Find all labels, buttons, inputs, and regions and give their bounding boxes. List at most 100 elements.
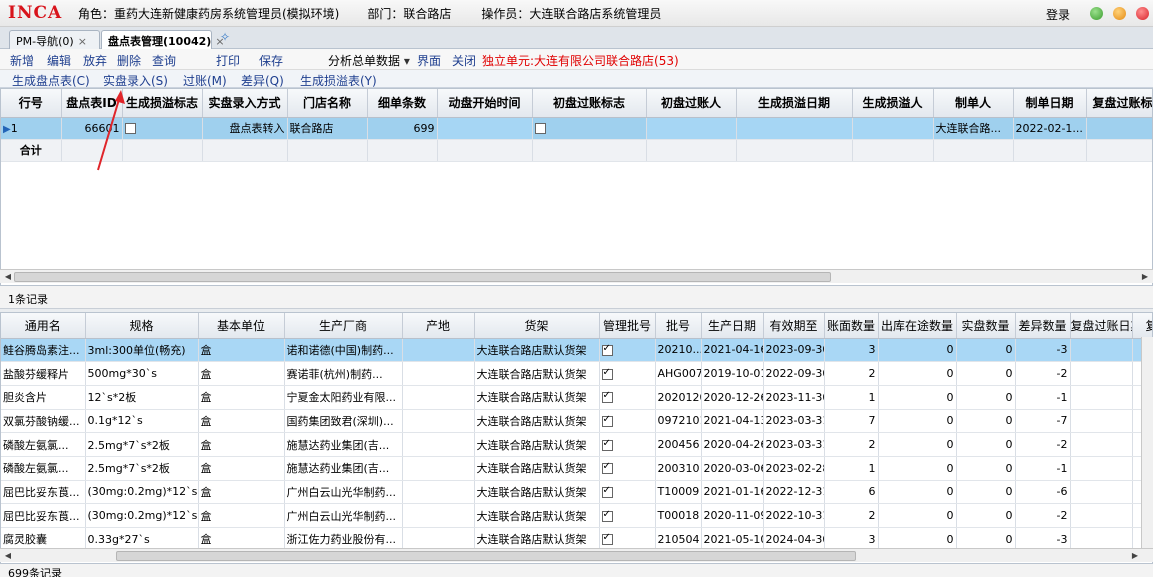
batch-mgmt-checkbox[interactable] — [601, 485, 613, 498]
scroll-left-icon[interactable]: ◀ — [2, 549, 14, 562]
cell-prod-date: 2020-12-26 — [701, 385, 764, 410]
batch-mgmt-checkbox[interactable] — [601, 390, 613, 404]
cell-book-qty: 6 — [824, 480, 879, 505]
first-post-checkbox[interactable] — [534, 123, 546, 134]
print-button[interactable]: 打印 — [216, 52, 240, 69]
diff-button[interactable]: 差异(Q) — [241, 72, 284, 89]
col-header[interactable]: 制单人 — [933, 89, 1014, 118]
table-row[interactable]: 磷酸左氨氯... 2.5mg*7`s*2板盒施慧达药业集团(吉... 大连联合路店默… — [1, 456, 1152, 481]
cell-name: 双氯芬酸钠缓... — [1, 409, 86, 434]
discard-button[interactable]: 放弃 — [83, 52, 107, 69]
loss-flag-checkbox[interactable] — [124, 123, 136, 134]
col-header[interactable]: 初盘过账人 — [646, 89, 737, 118]
col-header[interactable]: 生成损溢标志 — [122, 89, 203, 118]
cell-loss-flag[interactable] — [122, 117, 203, 140]
gen-loss-sheet-button[interactable]: 生成损溢表(Y) — [300, 72, 377, 89]
lower-horizontal-scrollbar[interactable]: ◀ ▶ — [0, 548, 1153, 562]
close-button[interactable]: 关闭 — [452, 52, 476, 69]
tab-count-sheet-mgmt[interactable]: 盘点表管理(10042) × — [101, 30, 225, 49]
col-header[interactable]: 生成损溢日期 — [736, 89, 853, 118]
cell-maker: 赛诺菲(杭州)制药... — [284, 361, 403, 386]
cell-start-time — [437, 117, 533, 140]
batch-mgmt-checkbox[interactable] — [601, 532, 613, 546]
col-header[interactable]: 复盘过账日期 — [1070, 313, 1133, 339]
post-button[interactable]: 过账(M) — [183, 72, 227, 89]
col-header[interactable]: 生成损溢人 — [852, 89, 934, 118]
col-header[interactable]: 实盘数量 — [956, 313, 1016, 339]
maximize-icon[interactable] — [1113, 7, 1126, 20]
batch-mgmt-checkbox[interactable] — [601, 509, 613, 522]
new-button[interactable]: 新增 — [10, 52, 34, 69]
new-tab-icon[interactable]: ✧ — [220, 30, 230, 44]
cell-batch: 20210... — [655, 338, 702, 363]
scroll-right-icon[interactable]: ▶ — [1139, 270, 1151, 283]
save-button[interactable]: 保存 — [259, 52, 283, 69]
cell-empty — [1070, 480, 1133, 505]
close-window-icon[interactable] — [1136, 7, 1149, 20]
col-header[interactable]: 生产厂商 — [284, 313, 403, 339]
col-header[interactable]: 实盘录入方式 — [202, 89, 288, 118]
lower-vertical-scrollbar[interactable] — [1141, 337, 1153, 548]
col-header[interactable]: 盘点表ID — [61, 89, 123, 118]
col-header[interactable]: 细单条数 — [367, 89, 438, 118]
gen-count-sheet-button[interactable]: 生成盘点表(C) — [12, 72, 90, 89]
col-header[interactable]: 初盘过账标志 — [532, 89, 647, 118]
cell-spec: 500mg*30`s — [85, 361, 199, 386]
col-header[interactable]: 规格 — [85, 313, 199, 339]
col-header[interactable]: 管理批号 — [599, 313, 656, 339]
col-header[interactable]: 基本单位 — [198, 313, 285, 339]
cell-expiry: 2022-12-31 — [763, 480, 825, 505]
table-row[interactable]: 胆炎含片12`s*2板盒宁夏金太阳药业有限... 大连联合路店默认货架 202012… — [1, 385, 1152, 410]
col-header[interactable]: 产地 — [402, 313, 475, 339]
scroll-left-icon[interactable]: ◀ — [2, 270, 14, 283]
delete-button[interactable]: 删除 — [117, 52, 141, 69]
table-row[interactable]: 屈巴比妥东莨... (30mg:0.2mg)*12`s 盒广州白云山光华制药... 大… — [1, 480, 1152, 505]
col-header[interactable]: 行号 — [1, 89, 62, 118]
col-header[interactable]: 制单日期 — [1013, 89, 1087, 118]
batch-mgmt-checkbox[interactable] — [601, 367, 613, 380]
table-row[interactable]: ▶1 66601 盘点表转入 联合路店 699 大连联合路... 2022-02… — [1, 117, 1152, 140]
table-row[interactable]: 双氯芬酸钠缓... 0.1g*12`s 盒国药集团致君(深圳)... 大连联合路店默认… — [1, 409, 1152, 434]
batch-mgmt-checkbox[interactable] — [601, 461, 613, 475]
tab-close-icon[interactable]: × — [78, 35, 87, 48]
cell-first-post-flag[interactable] — [532, 117, 647, 140]
col-header[interactable]: 批号 — [655, 313, 702, 339]
col-header[interactable]: 动盘开始时间 — [437, 89, 533, 118]
actual-entry-button[interactable]: 实盘录入(S) — [103, 72, 168, 89]
table-row[interactable]: 磷酸左氨氯... 2.5mg*7`s*2板盒施慧达药业集团(吉... 大连联合路店默… — [1, 432, 1152, 457]
minimize-icon[interactable] — [1090, 7, 1103, 20]
cell-unit: 盒 — [198, 385, 285, 410]
edit-button[interactable]: 编辑 — [47, 52, 71, 69]
cell-shelf: 大连联合路店默认货架 — [474, 361, 600, 386]
analysis-dropdown[interactable]: 分析总单数据 — [328, 52, 410, 69]
cell-book-qty: 7 — [824, 409, 879, 434]
col-header[interactable]: 出库在途数量 — [878, 313, 957, 339]
col-header[interactable]: 门店名称 — [287, 89, 368, 118]
table-row[interactable]: 盐酸芬缓释片500mg*30`s盒赛诺菲(杭州)制药... 大连联合路店默认货架 A… — [1, 361, 1152, 386]
batch-mgmt-checkbox[interactable] — [601, 438, 613, 451]
ui-button[interactable]: 界面 — [417, 52, 441, 69]
col-header[interactable]: 复 — [1132, 313, 1152, 339]
scroll-thumb[interactable] — [14, 272, 831, 282]
col-header[interactable]: 复盘过账标志 — [1086, 89, 1152, 118]
col-header[interactable]: 货架 — [474, 313, 600, 339]
cell-book-qty: 2 — [824, 503, 879, 528]
table-row[interactable]: 屈巴比妥东莨... (30mg:0.2mg)*12`s 盒广州白云山光华制药... 大… — [1, 503, 1152, 528]
total-label: 合计 — [1, 139, 62, 162]
col-header[interactable]: 通用名 — [1, 313, 86, 339]
batch-mgmt-checkbox[interactable] — [601, 343, 613, 356]
cell-maker: 宁夏金太阳药业有限... — [284, 385, 403, 410]
col-header[interactable]: 生产日期 — [701, 313, 764, 339]
col-header[interactable]: 有效期至 — [763, 313, 825, 339]
login-button[interactable]: 登录 — [1046, 6, 1070, 23]
col-header[interactable]: 差异数量 — [1015, 313, 1071, 339]
table-row[interactable]: 鲑谷腾岛素注... 3ml:300单位(畅充) 盒诺和诺德(中国)制药... 大连联合… — [1, 338, 1152, 363]
upper-horizontal-scrollbar[interactable]: ◀ ▶ — [0, 269, 1153, 283]
scroll-thumb[interactable] — [116, 551, 856, 561]
scroll-right-icon[interactable]: ▶ — [1129, 549, 1141, 562]
cell-spec: (30mg:0.2mg)*12`s — [85, 503, 199, 528]
tab-pm-nav[interactable]: PM-导航(0) × — [9, 30, 100, 49]
col-header[interactable]: 账面数量 — [824, 313, 879, 339]
query-button[interactable]: 查询 — [152, 52, 176, 69]
batch-mgmt-checkbox[interactable] — [601, 414, 613, 427]
